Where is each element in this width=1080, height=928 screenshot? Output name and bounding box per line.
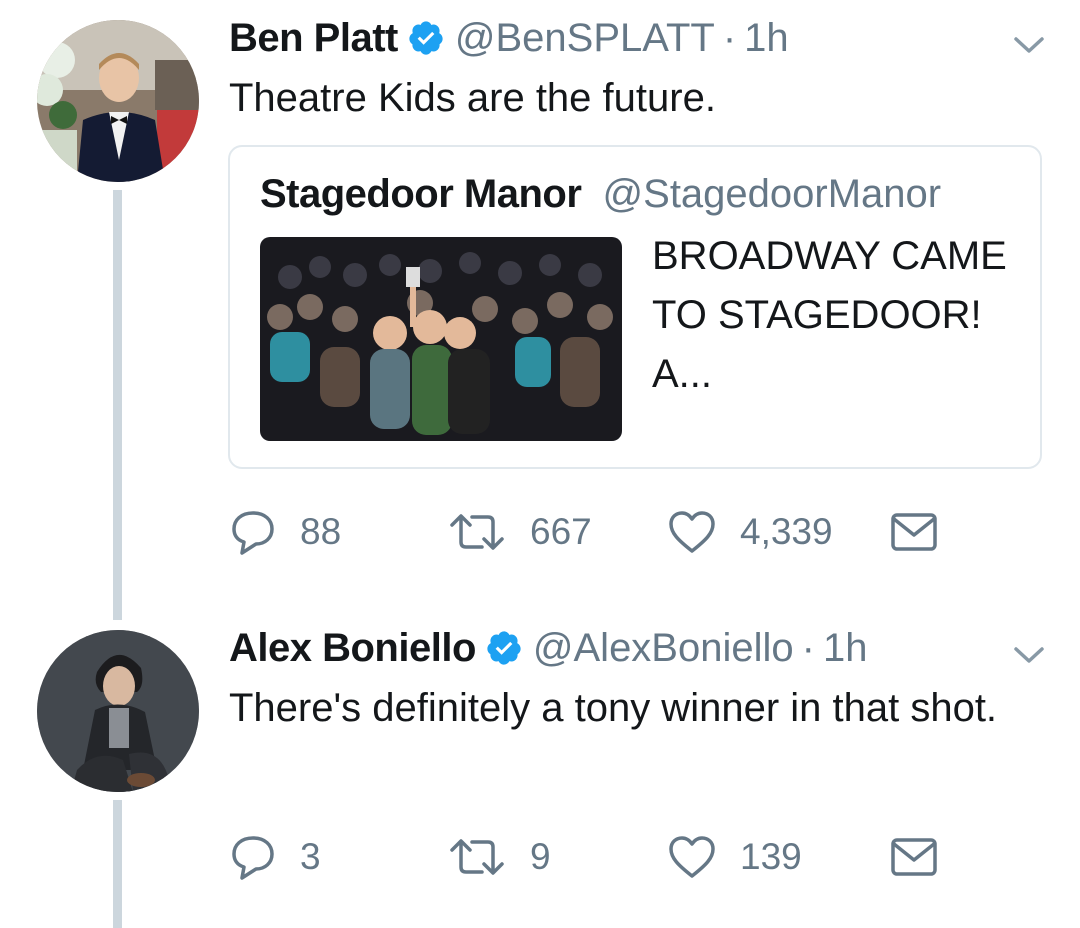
tweet-actions: 88 667 4,339 xyxy=(230,507,950,557)
retweet-button[interactable]: 667 xyxy=(448,507,592,557)
direct-message-button[interactable] xyxy=(890,507,938,557)
separator-dot: · xyxy=(801,625,815,670)
retweet-count: 9 xyxy=(530,836,551,877)
like-button[interactable]: 4,339 xyxy=(668,507,833,557)
heart-outline-icon xyxy=(669,511,715,553)
author-name[interactable]: Ben Platt xyxy=(229,16,398,61)
chevron-down-icon[interactable] xyxy=(1012,34,1046,56)
author-name[interactable]: Alex Boniello xyxy=(229,626,476,671)
verified-icon xyxy=(485,629,523,667)
quoted-tweet-card[interactable]: Stagedoor Manor @StagedoorManor BROADWAY… xyxy=(228,145,1042,469)
like-button[interactable]: 139 xyxy=(668,832,802,882)
timestamp[interactable]: 1h xyxy=(744,16,789,61)
separator-dot: · xyxy=(722,15,737,60)
tweet-text: Theatre Kids are the future. xyxy=(229,76,716,120)
avatar[interactable] xyxy=(37,630,199,792)
reply-button[interactable]: 3 xyxy=(230,832,321,882)
heart-outline-icon xyxy=(669,836,715,878)
tweet-header: Alex Boniello @AlexBoniello · 1h xyxy=(229,624,867,672)
reply-count: 3 xyxy=(300,836,321,877)
envelope-icon xyxy=(891,838,937,876)
verified-icon xyxy=(407,19,445,57)
chevron-down-icon[interactable] xyxy=(1012,644,1046,666)
avatar[interactable] xyxy=(37,20,199,182)
tweet-actions: 3 9 139 xyxy=(230,832,950,882)
retweet-button[interactable]: 9 xyxy=(448,832,551,882)
author-handle[interactable]: @AlexBoniello xyxy=(533,626,794,671)
quoted-tweet-text: BROADWAY CAME TO STAGEDOOR! A... xyxy=(652,234,1007,396)
retweet-count: 667 xyxy=(530,511,592,552)
direct-message-button[interactable] xyxy=(890,832,938,882)
like-count: 4,339 xyxy=(740,511,833,552)
quoted-author-name: Stagedoor Manor xyxy=(260,172,582,216)
thread-connector-line xyxy=(113,800,122,928)
tweet-header: Ben Platt @BenSPLATT · 1h xyxy=(229,14,789,62)
author-handle[interactable]: @BenSPLATT xyxy=(455,16,715,61)
thread-connector-line xyxy=(113,190,122,620)
tweet-text: There's definitely a tony winner in that… xyxy=(229,686,998,730)
like-count: 139 xyxy=(740,836,802,877)
quoted-tweet-header: Stagedoor Manor @StagedoorManor xyxy=(260,172,941,217)
reply-button[interactable]: 88 xyxy=(230,507,341,557)
timestamp[interactable]: 1h xyxy=(823,626,868,671)
quoted-tweet-photo[interactable] xyxy=(260,237,622,441)
reply-count: 88 xyxy=(300,511,342,552)
envelope-icon xyxy=(891,513,937,551)
reply-bubble-icon xyxy=(232,511,274,555)
tweet-thread: Ben Platt @BenSPLATT · 1h Theatre Kids a… xyxy=(0,0,1080,928)
quoted-author-handle: @StagedoorManor xyxy=(602,172,942,216)
reply-bubble-icon xyxy=(232,836,274,880)
retweet-arrows-icon xyxy=(450,839,504,875)
retweet-arrows-icon xyxy=(450,514,504,550)
